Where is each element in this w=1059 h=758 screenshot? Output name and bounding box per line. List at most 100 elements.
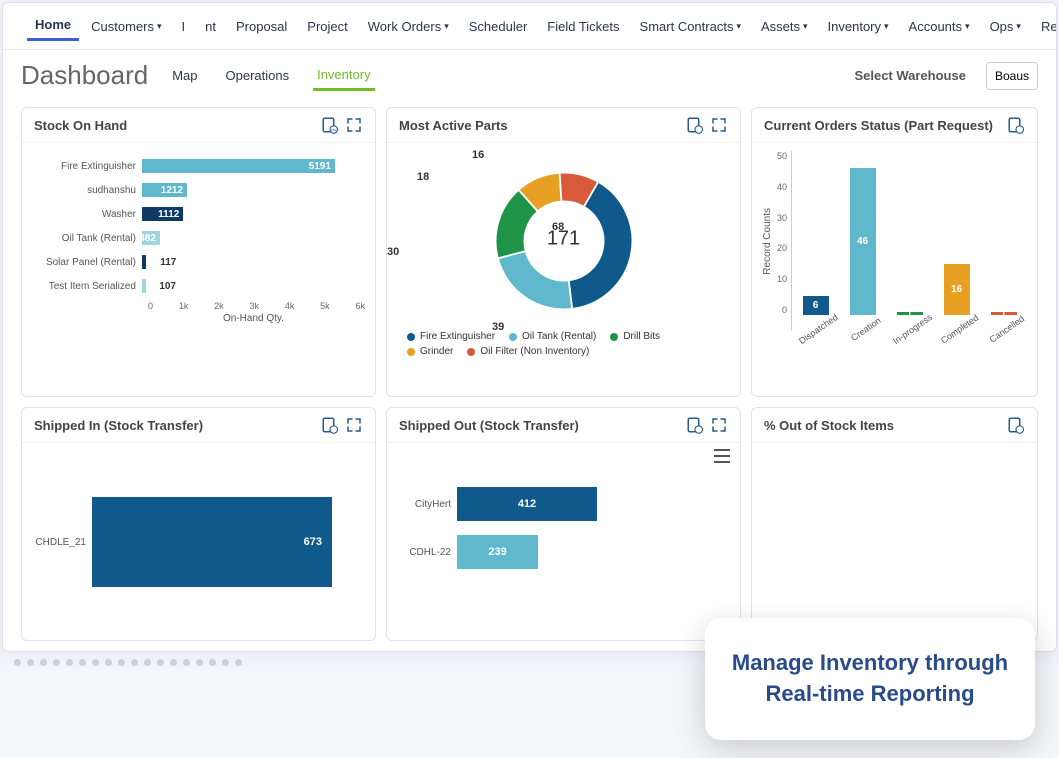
tab-inventory[interactable]: Inventory	[313, 61, 374, 91]
legend-item[interactable]: Oil Tank (Rental)	[509, 331, 596, 342]
bar-label: CDHL-22	[397, 547, 457, 558]
bar-label: sudhanshu	[32, 185, 142, 196]
expand-icon[interactable]	[710, 116, 728, 134]
bar-label: Washer	[32, 209, 142, 220]
card-title: Shipped Out (Stock Transfer)	[399, 418, 680, 433]
bar-in-progress[interactable]: 1	[897, 312, 923, 315]
dot[interactable]	[79, 659, 86, 666]
x-axis-label: On-Hand Qty.	[142, 313, 365, 324]
dot[interactable]	[53, 659, 60, 666]
bar-value: 46	[857, 236, 868, 247]
x-tick-label: In-progress	[891, 312, 934, 346]
bar[interactable]: 239	[457, 535, 538, 569]
dot[interactable]	[209, 659, 216, 666]
bar-completed[interactable]: 16	[944, 264, 970, 315]
bar-value: 1212	[161, 185, 183, 196]
dot[interactable]	[235, 659, 242, 666]
bar-label: Solar Panel (Rental)	[32, 257, 142, 268]
dot[interactable]	[105, 659, 112, 666]
nav-accounts[interactable]: Accounts▾	[901, 13, 978, 40]
expand-icon[interactable]	[345, 116, 363, 134]
nav-inventory[interactable]: Inventory▾	[820, 13, 897, 40]
axis-tick: 0	[782, 305, 787, 315]
shipin-chart: CHDLE_21673	[22, 443, 375, 640]
nav-reports[interactable]: Reports	[1033, 13, 1056, 40]
legend-item[interactable]: Drill Bits	[610, 331, 660, 342]
bar-dispatched[interactable]: 6	[803, 296, 829, 315]
tab-operations[interactable]: Operations	[222, 62, 294, 89]
csv-export-icon[interactable]	[686, 416, 704, 434]
legend-item[interactable]: Grinder	[407, 346, 453, 357]
axis-tick: 4k	[285, 301, 295, 311]
csv-export-icon[interactable]	[321, 416, 339, 434]
bar[interactable]: 412	[457, 487, 597, 521]
bar-label: CHDLE_21	[32, 537, 92, 548]
legend-swatch	[509, 333, 517, 341]
csv-export-icon[interactable]	[1007, 416, 1025, 434]
legend-item[interactable]: Fire Extinguisher	[407, 331, 495, 342]
dot[interactable]	[118, 659, 125, 666]
bar-cancelled[interactable]: 1	[991, 312, 1017, 315]
legend-label: Oil Filter (Non Inventory)	[480, 346, 589, 357]
chevron-down-icon: ▾	[965, 21, 970, 32]
bar[interactable]: 673	[92, 497, 332, 587]
nav-home[interactable]: Home	[27, 11, 79, 41]
tab-map[interactable]: Map	[168, 62, 201, 89]
bar-value: 5191	[309, 161, 331, 172]
nav-i[interactable]: I	[174, 13, 194, 40]
card-title: Most Active Parts	[399, 118, 680, 133]
hamburger-menu-icon[interactable]	[714, 449, 730, 463]
legend-item[interactable]: Oil Filter (Non Inventory)	[467, 346, 589, 357]
axis-tick: 2k	[214, 301, 224, 311]
csv-export-icon[interactable]	[1007, 116, 1025, 134]
nav-customers[interactable]: Customers▾	[83, 13, 169, 40]
nav-ops[interactable]: Ops▾	[982, 13, 1029, 40]
chevron-down-icon: ▾	[1016, 21, 1021, 32]
bar-washer: Washer1112	[32, 205, 365, 223]
dot[interactable]	[92, 659, 99, 666]
dashboard-grid: Stock On Hand csv Fire Extinguisher5191s…	[3, 97, 1056, 651]
chevron-down-icon: ▾	[736, 21, 741, 32]
csv-export-icon[interactable]	[686, 116, 704, 134]
dot[interactable]	[170, 659, 177, 666]
dot[interactable]	[157, 659, 164, 666]
card-out-of-stock: % Out of Stock Items	[751, 407, 1038, 641]
expand-icon[interactable]	[710, 416, 728, 434]
dot[interactable]	[196, 659, 203, 666]
nav-smart-contracts[interactable]: Smart Contracts▾	[632, 13, 749, 40]
card-title: Shipped In (Stock Transfer)	[34, 418, 315, 433]
nav-nt[interactable]: nt	[197, 13, 224, 40]
parts-chart: 6839301816171Fire ExtinguisherOil Tank (…	[387, 143, 740, 396]
dot[interactable]	[27, 659, 34, 666]
bar-creation[interactable]: 46	[850, 168, 876, 315]
bar-row: CDHL-22239	[397, 535, 730, 569]
nav-work-orders[interactable]: Work Orders▾	[360, 13, 457, 40]
legend-label: Grinder	[420, 346, 453, 357]
sub-header: Dashboard Map Operations Inventory Selec…	[3, 50, 1056, 97]
dot[interactable]	[222, 659, 229, 666]
stock-chart: Fire Extinguisher5191sudhanshu1212Washer…	[22, 143, 375, 396]
bar-col: 16Completed	[939, 151, 974, 315]
csv-export-icon[interactable]: csv	[321, 116, 339, 134]
svg-text:csv: csv	[331, 128, 337, 132]
axis-tick: 6k	[355, 301, 365, 311]
axis-tick: 3k	[249, 301, 259, 311]
expand-icon[interactable]	[345, 416, 363, 434]
card-title: Current Orders Status (Part Request)	[764, 118, 1001, 133]
nav-field-tickets[interactable]: Field Tickets	[539, 13, 627, 40]
dot[interactable]	[183, 659, 190, 666]
dot[interactable]	[40, 659, 47, 666]
nav-scheduler[interactable]: Scheduler	[461, 13, 536, 40]
donut-slice-oil-tank-(rental)[interactable]	[497, 251, 571, 309]
dot[interactable]	[14, 659, 21, 666]
bar-oil-tank-(rental): Oil Tank (Rental)482	[32, 229, 365, 247]
nav-proposal[interactable]: Proposal	[228, 13, 295, 40]
dot[interactable]	[131, 659, 138, 666]
axis-tick: 1k	[179, 301, 189, 311]
warehouse-label: Select Warehouse	[854, 68, 966, 83]
dot[interactable]	[66, 659, 73, 666]
warehouse-select[interactable]: Boaus	[986, 62, 1038, 90]
dot[interactable]	[144, 659, 151, 666]
nav-project[interactable]: Project	[299, 13, 355, 40]
nav-assets[interactable]: Assets▾	[753, 13, 816, 40]
